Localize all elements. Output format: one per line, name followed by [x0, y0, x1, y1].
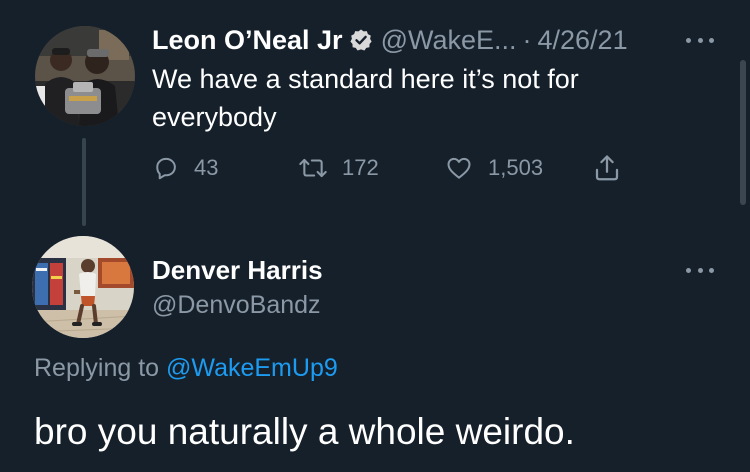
reply-tweet-header: Denver Harris @DenvoBandz: [152, 252, 323, 322]
like-button[interactable]: 1,503: [444, 150, 543, 186]
retweet-button[interactable]: 172: [298, 150, 379, 186]
replying-to-mention-link[interactable]: @WakeEmUp9: [166, 354, 338, 382]
reply-author-avatar[interactable]: [32, 236, 134, 338]
parent-author-name[interactable]: Leon O’Neal Jr: [152, 25, 343, 56]
reply-author-name[interactable]: Denver Harris: [152, 252, 323, 288]
verified-badge-icon: [349, 28, 373, 52]
scrollbar-thumb[interactable]: [740, 60, 746, 205]
header-separator: ·: [522, 24, 532, 55]
parent-tweet-header: Leon O’Neal Jr @WakeE... · 4/26/21: [152, 22, 628, 58]
more-horizontal-icon[interactable]: [686, 36, 714, 44]
share-button[interactable]: [592, 150, 622, 186]
parent-author-handle[interactable]: @WakeE...: [381, 25, 517, 56]
replying-to-line: Replying to @WakeEmUp9: [34, 350, 338, 386]
parent-tweet-text: We have a standard here it’s not for eve…: [152, 64, 579, 132]
reply-icon: [152, 154, 180, 182]
parent-author-avatar[interactable]: [35, 26, 135, 126]
tweet-date[interactable]: 4/26/21: [538, 25, 628, 56]
tweet-actions-bar: 43 172 1,503: [152, 150, 652, 186]
heart-icon: [444, 154, 474, 182]
retweet-icon: [298, 154, 328, 182]
retweet-count: 172: [342, 155, 379, 180]
more-horizontal-icon[interactable]: [686, 266, 714, 274]
replying-to-prefix: Replying to: [34, 354, 167, 382]
like-count: 1,503: [488, 155, 544, 180]
reply-tweet-text: bro you naturally a whole weirdo.: [34, 411, 575, 452]
share-icon: [592, 153, 622, 183]
parent-tweet[interactable]: Leon O’Neal Jr @WakeE... · 4/26/21 We ha…: [0, 0, 750, 230]
reply-count: 43: [194, 155, 219, 180]
thread-connector-line: [82, 138, 86, 226]
reply-author-handle[interactable]: @DenvoBandz: [152, 288, 323, 322]
reply-button[interactable]: 43: [152, 150, 218, 186]
